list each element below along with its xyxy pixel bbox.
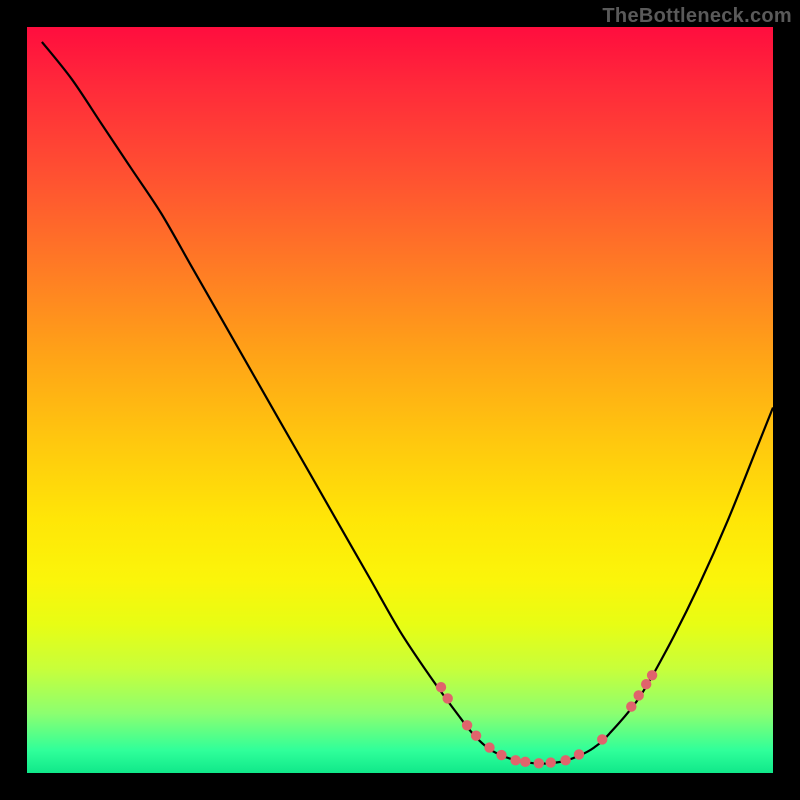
data-dot [647,670,657,680]
data-dot [641,679,651,689]
data-dot [560,755,570,765]
bottleneck-curve [42,42,773,764]
data-dot [574,749,584,759]
data-dot [634,690,644,700]
data-dot [510,755,520,765]
data-dot [436,682,446,692]
data-dot [462,720,472,730]
data-dot [534,758,544,768]
chart-frame: TheBottleneck.com [0,0,800,800]
data-dots [436,670,658,768]
data-dot [496,750,506,760]
watermark-text: TheBottleneck.com [602,4,792,28]
data-dot [597,734,607,744]
data-dot [471,731,481,741]
data-dot [443,693,453,703]
data-dot [520,757,530,767]
data-dot [626,701,636,711]
chart-svg [27,27,773,773]
data-dot [546,757,556,767]
data-dot [484,742,494,752]
